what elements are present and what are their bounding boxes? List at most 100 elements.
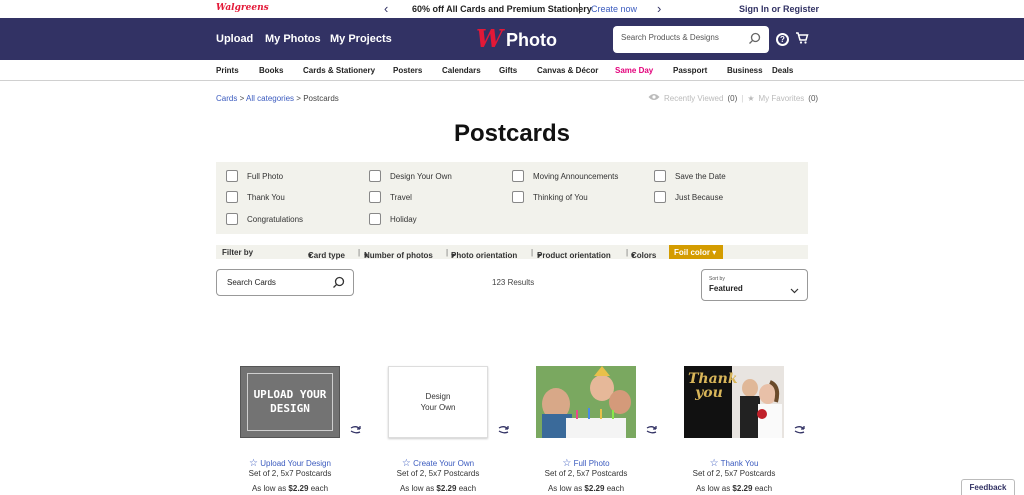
eye-icon — [648, 93, 660, 103]
nav-books[interactable]: Books — [259, 66, 283, 75]
flip-card-icon[interactable] — [794, 422, 806, 440]
nav-cards-stationery[interactable]: Cards & Stationery — [303, 66, 375, 75]
price-suffix: each — [310, 484, 329, 493]
sign-in-link[interactable]: Sign In or Register — [739, 4, 819, 14]
chevron-right-icon[interactable]: › — [657, 1, 661, 16]
breadcrumb-current: Postcards — [303, 94, 339, 103]
checkbox[interactable] — [226, 191, 238, 203]
recently-viewed-count: (0) — [727, 93, 738, 103]
product-name[interactable]: ☆ Full Photo — [536, 458, 636, 469]
filter-congratulations[interactable]: Congratulations — [226, 213, 303, 225]
filter-full-photo[interactable]: Full Photo — [226, 170, 283, 182]
divider: | — [531, 248, 534, 257]
favorite-star-icon[interactable]: ☆ — [710, 458, 719, 469]
product-thumbnail[interactable]: Thank you — [684, 366, 784, 438]
chevron-left-icon[interactable]: ‹ — [384, 1, 388, 16]
product-card[interactable]: Thank you ☆ Thank You Set of 2, 5x7 Post… — [684, 366, 806, 495]
search-cards — [216, 269, 354, 296]
checkbox[interactable] — [226, 213, 238, 225]
my-favorites-link[interactable]: My Favorites — [758, 94, 804, 103]
product-search-input[interactable] — [621, 33, 743, 42]
search-cards-input[interactable] — [227, 278, 327, 287]
my-projects-link[interactable]: My Projects — [330, 33, 392, 45]
results-count: 123 Results — [492, 278, 535, 287]
product-name[interactable]: ☆ Upload Your Design — [240, 458, 340, 469]
filter-moving-announcements[interactable]: Moving Announcements — [512, 170, 618, 182]
create-now-link[interactable]: Create now — [591, 4, 637, 14]
recent-favorites: Recently Viewed (0) | ★ My Favorites (0) — [648, 93, 818, 103]
filter-just-because[interactable]: Just Because — [654, 191, 723, 203]
nav-prints[interactable]: Prints — [216, 66, 239, 75]
flip-card-icon[interactable] — [350, 422, 362, 440]
product-name[interactable]: ☆ Create Your Own — [388, 458, 488, 469]
thumbnail-text: Thank you — [688, 371, 738, 401]
product-card[interactable]: ☆ Full Photo Set of 2, 5x7 Postcards As … — [536, 366, 658, 495]
checkbox[interactable] — [512, 191, 524, 203]
product-set: Set of 2, 5x7 Postcards — [544, 469, 628, 478]
sort-dropdown[interactable]: Sort by Featured — [701, 269, 808, 301]
price-prefix: As low as — [251, 484, 287, 493]
favorite-star-icon[interactable]: ☆ — [249, 458, 258, 469]
recently-viewed-link[interactable]: Recently Viewed — [664, 94, 723, 103]
nav-posters[interactable]: Posters — [393, 66, 422, 75]
nav-calendars[interactable]: Calendars — [442, 66, 481, 75]
filter-label: Thinking of You — [533, 192, 588, 202]
price-prefix: As low as — [695, 484, 731, 493]
nav-canvas-decor[interactable]: Canvas & Décor — [537, 66, 598, 75]
favorite-star-icon[interactable]: ☆ — [562, 458, 571, 469]
product-thumbnail[interactable]: UPLOAD YOUR DESIGN — [240, 366, 340, 438]
upload-link[interactable]: Upload — [216, 33, 253, 45]
feedback-button[interactable]: Feedback — [961, 479, 1015, 495]
product-card[interactable]: Design Your Own ☆ Create Your Own Set of… — [388, 366, 510, 495]
checkbox[interactable] — [369, 191, 381, 203]
checkbox[interactable] — [369, 170, 381, 182]
nav-same-day[interactable]: Same Day — [615, 66, 653, 75]
flip-card-icon[interactable] — [498, 422, 510, 440]
filter-travel[interactable]: Travel — [369, 191, 412, 203]
birthday-photo-image — [536, 366, 636, 438]
caret-down-icon: ▾ — [537, 251, 542, 260]
search-icon[interactable] — [748, 32, 761, 50]
product-name[interactable]: ☆ Thank You — [684, 458, 784, 469]
product-name-text: Create Your Own — [413, 459, 475, 468]
checkbox[interactable] — [369, 213, 381, 225]
checkbox[interactable] — [512, 170, 524, 182]
product-thumbnail[interactable]: Design Your Own — [388, 366, 488, 438]
help-icon[interactable]: ? — [776, 33, 789, 46]
product-price: As low as $2.29 each — [240, 484, 340, 493]
foil-color-dropdown[interactable]: Foil color ▾ — [669, 245, 723, 259]
nav-gifts[interactable]: Gifts — [499, 66, 517, 75]
sort-value: Featured — [709, 284, 743, 293]
promo-message: 60% off All Cards and Premium Stationery — [412, 4, 592, 14]
nav-business[interactable]: Business — [727, 66, 763, 75]
nav-passport[interactable]: Passport — [673, 66, 707, 75]
checkbox[interactable] — [654, 191, 666, 203]
nav-deals[interactable]: Deals — [772, 66, 793, 75]
filter-design-your-own[interactable]: Design Your Own — [369, 170, 452, 182]
search-icon[interactable] — [332, 276, 345, 294]
walgreens-logo[interactable]: Walgreens — [216, 3, 269, 13]
cart-icon[interactable] — [795, 31, 809, 50]
product-thumbnail[interactable] — [536, 366, 636, 438]
filter-label: Just Because — [675, 192, 724, 202]
checkbox[interactable] — [654, 170, 666, 182]
favorite-star-icon[interactable]: ☆ — [402, 458, 411, 469]
flip-card-icon[interactable] — [646, 422, 658, 440]
checkbox[interactable] — [226, 170, 238, 182]
breadcrumb-cards[interactable]: Cards — [216, 94, 237, 103]
filter-thank-you[interactable]: Thank You — [226, 191, 285, 203]
chevron-down-icon — [790, 281, 799, 299]
filter-save-the-date[interactable]: Save the Date — [654, 170, 726, 182]
walgreens-w-icon: W — [476, 23, 503, 53]
filter-thinking-of-you[interactable]: Thinking of You — [512, 191, 588, 203]
my-photos-link[interactable]: My Photos — [265, 33, 321, 45]
caret-down-icon: ▾ — [308, 251, 313, 260]
caret-down-icon: ▾ — [364, 251, 369, 260]
photo-logo[interactable]: W Photo — [476, 26, 557, 51]
filter-holiday[interactable]: Holiday — [369, 213, 417, 225]
divider: | — [626, 248, 629, 257]
price-value: $2.29 — [732, 484, 753, 493]
product-set: Set of 2, 5x7 Postcards — [248, 469, 332, 478]
product-card[interactable]: UPLOAD YOUR DESIGN ☆ Upload Your Design … — [240, 366, 362, 495]
breadcrumb-all-categories[interactable]: All categories — [246, 94, 294, 103]
